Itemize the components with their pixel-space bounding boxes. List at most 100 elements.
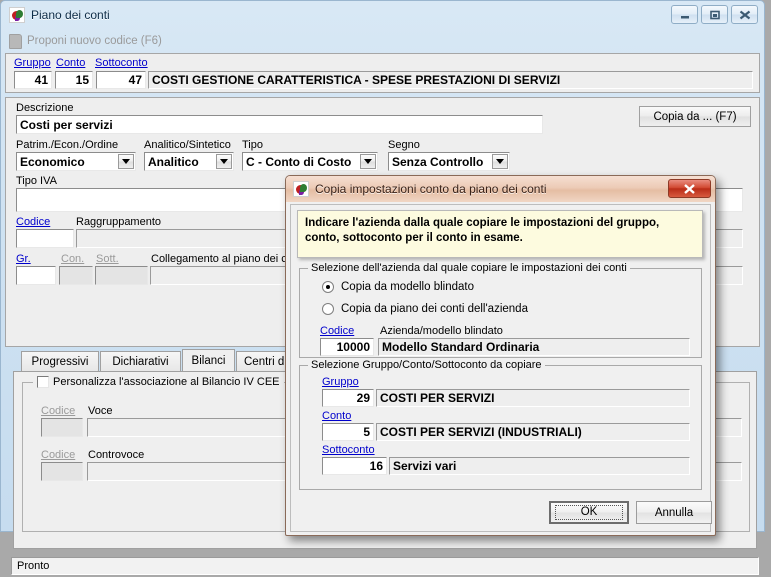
tab-label: Dichiarativi [112,355,169,368]
propose-new-code-label[interactable]: Proponi nuovo codice (F6) [27,35,162,47]
controvoce-label: Controvoce [88,449,145,461]
close-icon [739,10,750,19]
raggruppamento-label: Raggruppamento [76,216,162,228]
conto-code-input[interactable]: 5 [322,423,374,441]
dialog-title: Copia impostazioni conto da piano dei co… [315,182,547,196]
ok-button[interactable]: OK [549,501,629,524]
patrim-label: Patrim./Econ./Ordine [16,139,119,151]
conto-description: COSTI PER SERVIZI (INDUSTRIALI) [376,423,690,441]
dialog-body: Indicare l'azienda dalla quale copiare l… [290,204,712,532]
tab-progressivi[interactable]: Progressivi [21,351,99,371]
radio-icon [322,303,334,315]
account-name-display: COSTI GESTIONE CARATTERISTICA - SPESE PR… [148,71,753,89]
conto-input[interactable]: 15 [55,71,93,89]
document-icon [9,33,22,49]
segno-select[interactable]: Senza Controllo [388,152,510,171]
segno-value: Senza Controllo [392,154,484,169]
radio-copia-piano-conti-azienda[interactable]: Copia da piano dei conti dell'azienda [322,303,528,315]
dialog-close-button[interactable] [668,179,711,198]
chevron-down-icon[interactable] [216,154,232,169]
bilancio-cee-group-title: Personalizza l'associazione al Bilancio … [33,376,284,388]
patrim-select[interactable]: Economico [16,152,136,171]
radio-label: Copia da piano dei conti dell'azienda [341,303,528,315]
company-selection-title: Selezione dell'azienda dal quale copiare… [308,262,630,274]
tipo-iva-label: Tipo IVA [16,175,57,187]
conto-link[interactable]: Conto [56,57,85,69]
account-selection-title: Selezione Gruppo/Conto/Sottoconto da cop… [308,359,545,371]
voce-codice-label: Codice [41,405,76,417]
gruppo-input[interactable]: 41 [14,71,52,89]
voce-codice-input [41,418,83,437]
collegamento-label: Collegamento al piano dei conti [151,253,305,265]
gruppo-code-input[interactable]: 29 [322,389,374,407]
radio-copia-modello-blindato[interactable]: Copia da modello blindato [322,281,474,293]
azienda-display: Modello Standard Ordinaria [378,338,690,356]
ok-button-label: OK [554,504,624,521]
sottoconto-description: Servizi vari [389,457,690,475]
sottoconto-input[interactable]: 47 [96,71,146,89]
descrizione-input[interactable]: Costi per servizi [16,115,543,134]
tipo-value: C - Conto di Costo [246,154,352,169]
analitico-select[interactable]: Analitico [144,152,234,171]
azienda-codice-link[interactable]: Codice [320,325,354,337]
dialog-info-message: Indicare l'azienda dalla quale copiare l… [297,210,703,258]
gruppo-link[interactable]: Gruppo [322,376,359,388]
tab-bilanci[interactable]: Bilanci [182,349,235,371]
statusbar-container: Pronto [9,553,764,577]
azienda-codice-input[interactable]: 10000 [320,338,374,356]
sottoconto-code-input[interactable]: 16 [322,457,387,475]
chevron-down-icon[interactable] [492,154,508,169]
maximize-icon [709,10,720,19]
con-input [59,266,93,285]
sott-input [95,266,148,285]
account-selection-group: Selezione Gruppo/Conto/Sottoconto da cop… [299,359,702,490]
app-icon [9,7,25,23]
chevron-down-icon[interactable] [118,154,134,169]
radio-icon [322,281,334,293]
account-key-panel: Gruppo Conto Sottoconto 41 15 47 COSTI G… [5,53,760,93]
maximize-button[interactable] [701,5,728,24]
close-button[interactable] [731,5,758,24]
gruppo-link[interactable]: Gruppo [14,57,51,69]
window-title: Piano dei conti [31,8,110,22]
copy-settings-dialog: Copia impostazioni conto da piano dei co… [285,175,716,536]
main-titlebar[interactable]: Piano dei conti [1,1,764,29]
sottoconto-link[interactable]: Sottoconto [322,444,375,456]
descrizione-label: Descrizione [16,102,74,114]
gruppo-description: COSTI PER SERVIZI [376,389,690,407]
raggruppamento-codice-input[interactable] [16,229,74,248]
window-controls [671,5,758,24]
tab-label: Progressivi [31,355,89,368]
analitico-label: Analitico/Sintetico [144,139,231,151]
sottoconto-link[interactable]: Sottoconto [95,57,148,69]
gr-link[interactable]: Gr. [16,253,31,265]
minimize-button[interactable] [671,5,698,24]
azienda-label: Azienda/modello blindato [380,325,503,337]
con-label: Con. [61,253,85,265]
tab-dichiarativi[interactable]: Dichiarativi [100,351,181,371]
radio-label: Copia da modello blindato [341,281,474,293]
codice-link[interactable]: Codice [16,216,50,228]
sott-label: Sott. [96,253,119,265]
close-icon [684,183,695,194]
tipo-select[interactable]: C - Conto di Costo [242,152,378,171]
cancel-button[interactable]: Annulla [636,501,712,524]
copia-da-button[interactable]: Copia da ... (F7) [639,106,751,127]
chevron-down-icon[interactable] [360,154,376,169]
conto-link[interactable]: Conto [322,410,351,422]
patrim-value: Economico [20,154,85,169]
statusbar: Pronto [11,557,759,575]
tab-label: Bilanci [191,354,226,367]
controvoce-codice-label: Codice [41,449,76,461]
toolbar: Proponi nuovo codice (F6) [5,30,760,52]
controvoce-codice-input [41,462,83,481]
tipo-label: Tipo [242,139,263,151]
personalizza-checkbox[interactable] [37,376,49,388]
company-selection-group: Selezione dell'azienda dal quale copiare… [299,262,702,358]
gr-input[interactable] [16,266,56,285]
minimize-icon [680,15,689,18]
segno-label: Segno [388,139,420,151]
personalizza-label: Personalizza l'associazione al Bilancio … [53,376,280,388]
dialog-titlebar[interactable]: Copia impostazioni conto da piano dei co… [286,176,715,202]
app-icon [293,181,309,197]
